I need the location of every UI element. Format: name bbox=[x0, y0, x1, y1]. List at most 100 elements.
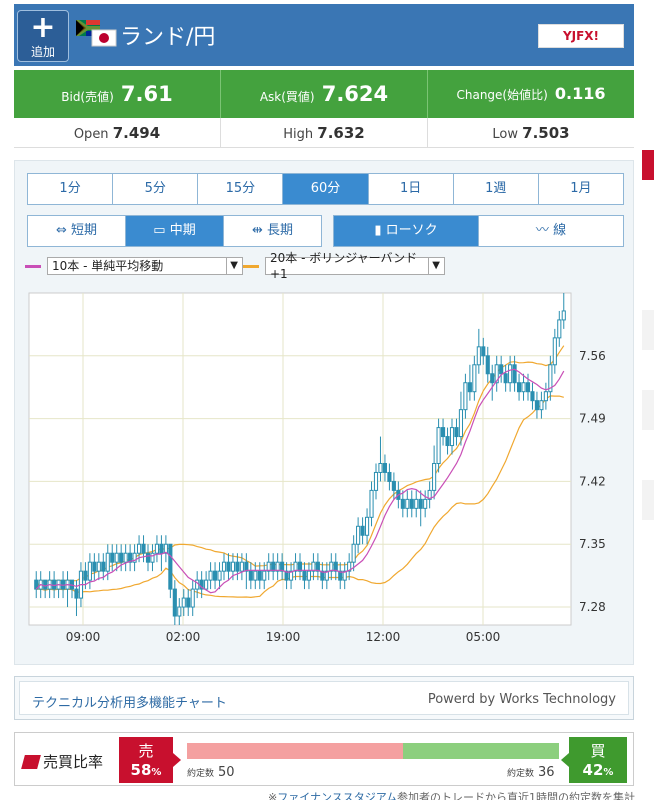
trade-ratio: 売買比率 売 58% 約定数 50 約定数 36 買 42% bbox=[14, 732, 634, 786]
chart-footer-inner: テクニカル分析用多機能チャート Powerd by Works Technolo… bbox=[19, 681, 629, 715]
candle-body bbox=[52, 579, 57, 590]
candle-body bbox=[114, 552, 119, 563]
tab-1week[interactable]: 1週 bbox=[454, 174, 539, 204]
buy-label: 買 bbox=[590, 742, 606, 760]
indicator-2-value: 20本 - ボリンジャーバンド+1 bbox=[270, 251, 418, 281]
candle-body bbox=[378, 462, 383, 473]
ask-label: Ask(買値) bbox=[259, 90, 315, 104]
y-tick-label: 7.42 bbox=[579, 474, 606, 488]
quote-bar: Bid(売値) 7.61 Ask(買値) 7.624 Change(始値比) 0… bbox=[14, 70, 634, 118]
mid-term-label: 中期 bbox=[169, 223, 196, 238]
candle-body bbox=[186, 597, 191, 608]
line-label: 線 bbox=[553, 223, 567, 238]
high-stat: High 7.632 bbox=[221, 118, 428, 147]
candle-icon: ▮ bbox=[374, 223, 382, 238]
low-label: Low bbox=[492, 127, 518, 142]
buy-pct: 42% bbox=[569, 761, 627, 779]
candle-body bbox=[159, 543, 164, 554]
candle-body bbox=[83, 570, 88, 581]
candle-body bbox=[360, 525, 365, 536]
candle-body bbox=[96, 561, 101, 572]
candle-body bbox=[168, 543, 173, 590]
candle-body bbox=[119, 552, 124, 563]
ratio-title: 売買比率 bbox=[21, 751, 104, 772]
open-label: Open bbox=[73, 127, 109, 142]
candle-body bbox=[512, 364, 517, 384]
low-value: 7.503 bbox=[522, 124, 570, 142]
candle-body bbox=[382, 462, 388, 473]
bid-quote: Bid(売値) 7.61 bbox=[14, 70, 221, 118]
buy-ratio-bar bbox=[402, 743, 559, 759]
candle-body bbox=[539, 400, 544, 411]
tab-mid-term[interactable]: ▭ 中期 bbox=[126, 216, 224, 246]
candle-label: ローソク bbox=[385, 223, 438, 238]
tab-1day[interactable]: 1日 bbox=[369, 174, 454, 204]
candle-body bbox=[204, 579, 209, 590]
candle-body bbox=[43, 579, 48, 590]
buy-count: 約定数 36 bbox=[507, 765, 555, 780]
mid-term-icon: ▭ bbox=[153, 223, 166, 238]
chart-footer: テクニカル分析用多機能チャート Powerd by Works Technolo… bbox=[14, 676, 634, 720]
candle-body bbox=[414, 498, 419, 509]
indicator-1: 10本 - 単純平均移動 ▼ bbox=[25, 257, 243, 275]
ratio-bar bbox=[187, 743, 559, 759]
term-tabs: ⇔ 短期 ▭ 中期 ⇹ 長期 bbox=[27, 215, 322, 247]
candle-body bbox=[373, 471, 379, 491]
buy-box: 買 42% bbox=[561, 737, 627, 783]
candle-body bbox=[525, 382, 531, 393]
indicator-2-select[interactable]: 20本 - ボリンジャーバンド+1 ▼ bbox=[265, 251, 445, 281]
indicator-2: 20本 - ボリンジャーバンド+1 ▼ bbox=[243, 251, 445, 281]
candle-body bbox=[92, 561, 97, 572]
tab-candle[interactable]: ▮ ローソク bbox=[334, 216, 479, 246]
sell-box: 売 58% bbox=[119, 737, 181, 783]
tab-1min[interactable]: 1分 bbox=[28, 174, 114, 204]
currency-flags-icon bbox=[76, 20, 117, 47]
candle-body bbox=[190, 588, 195, 608]
line-chart-icon: 〰 bbox=[535, 223, 549, 238]
candle-body bbox=[87, 561, 92, 581]
candle-body bbox=[440, 427, 446, 438]
candle-body bbox=[458, 409, 464, 438]
add-label: 追加 bbox=[30, 45, 55, 59]
indicator-1-select[interactable]: 10本 - 単純平均移動 ▼ bbox=[47, 257, 243, 275]
add-button[interactable]: + 追加 bbox=[17, 10, 69, 62]
tab-line[interactable]: 〰 線 bbox=[479, 216, 623, 246]
technical-chart-link[interactable]: テクニカル分析用多機能チャート bbox=[32, 692, 227, 711]
bid-label: Bid(売値) bbox=[61, 90, 114, 104]
candle-body bbox=[248, 570, 253, 581]
price-chart[interactable]: 09:00 02:00 19:00 12:00 05:00 7.56 7.49 7.42 7.3… bbox=[23, 289, 626, 649]
tab-60min[interactable]: 60分 bbox=[283, 174, 369, 204]
candle-body bbox=[154, 543, 160, 554]
chevron-down-icon: ▼ bbox=[428, 258, 440, 274]
candle-body bbox=[101, 561, 106, 572]
sell-label: 売 bbox=[138, 742, 154, 760]
candle-body bbox=[405, 498, 410, 509]
broker-logo[interactable]: YJFX! bbox=[538, 24, 624, 48]
candle-body bbox=[253, 570, 258, 581]
tab-long-term[interactable]: ⇹ 長期 bbox=[224, 216, 321, 246]
long-term-icon: ⇹ bbox=[251, 223, 263, 238]
y-tick-label: 7.56 bbox=[579, 349, 606, 363]
pair-header: + 追加 ランド/円 YJFX! bbox=[14, 4, 634, 66]
ratio-label: 売買比率 bbox=[43, 753, 104, 771]
pair-title: ランド/円 bbox=[120, 25, 216, 50]
finance-stadium-link[interactable]: ファイナンススタジアム bbox=[277, 791, 397, 800]
tab-5min[interactable]: 5分 bbox=[113, 174, 199, 204]
candle-body bbox=[508, 364, 513, 384]
candle-body bbox=[400, 498, 405, 509]
x-tick-label: 09:00 bbox=[66, 630, 101, 644]
sell-count-label: 約定数 bbox=[187, 769, 215, 779]
ohl-row: Open 7.494 High 7.632 Low 7.503 bbox=[14, 118, 634, 148]
tab-1month[interactable]: 1月 bbox=[539, 174, 623, 204]
tab-15min[interactable]: 15分 bbox=[198, 174, 284, 204]
buy-count-value: 36 bbox=[538, 765, 555, 780]
x-tick-label: 12:00 bbox=[366, 630, 401, 644]
candle-body bbox=[302, 570, 307, 581]
candle-body bbox=[105, 552, 110, 572]
candle-body bbox=[449, 427, 455, 447]
tab-short-term[interactable]: ⇔ 短期 bbox=[28, 216, 126, 246]
candle-body bbox=[226, 561, 231, 572]
y-tick-label: 7.49 bbox=[579, 412, 606, 426]
plus-icon: + bbox=[30, 10, 56, 45]
candle-body bbox=[521, 382, 526, 393]
